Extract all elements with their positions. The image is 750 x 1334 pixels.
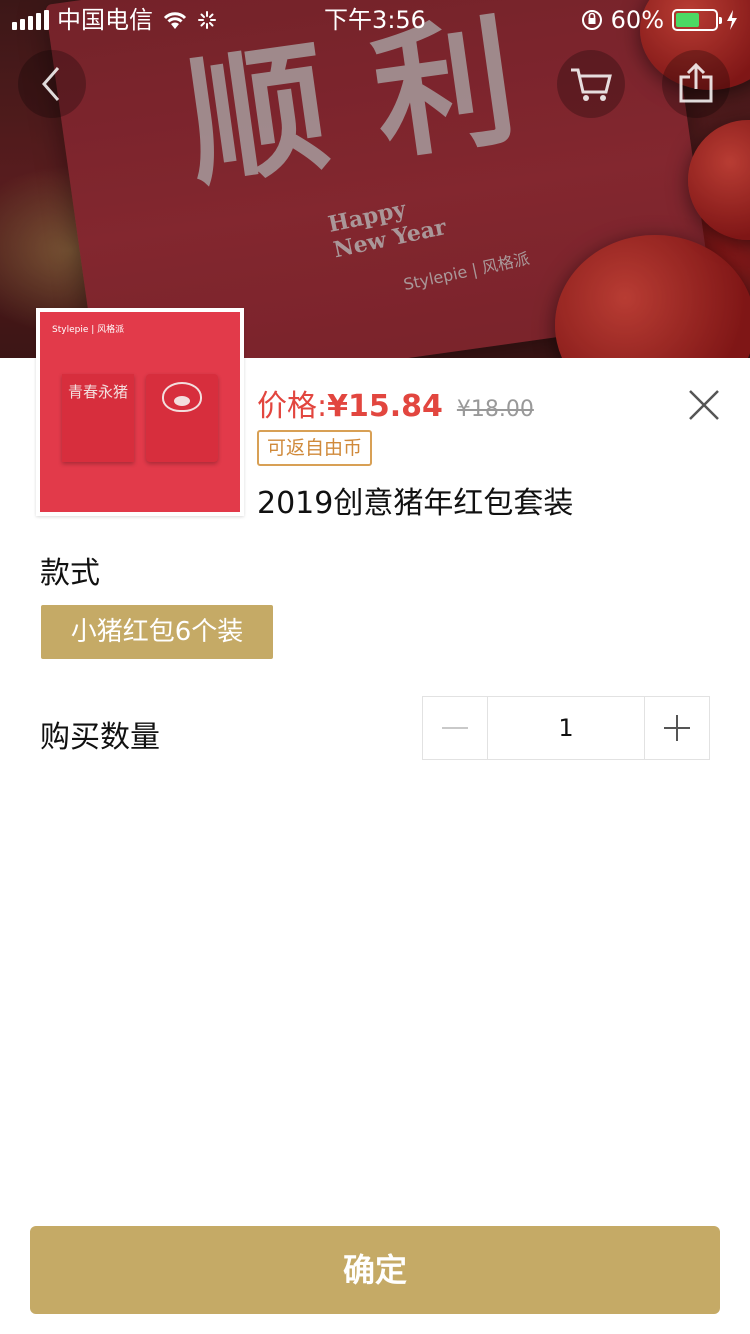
minus-icon [442, 727, 468, 729]
charging-icon [727, 10, 737, 30]
hero-overlay [0, 0, 750, 358]
plus-icon [664, 715, 690, 741]
pig-icon [162, 382, 202, 412]
cashback-badge: 可返自由币 [257, 430, 373, 466]
battery-fill [676, 13, 699, 27]
product-thumbnail-image: Stylepie | 风格派 青春永猪 [40, 312, 240, 512]
price-label: 价格: [257, 389, 328, 424]
decrement-button[interactable] [423, 697, 487, 759]
increment-button[interactable] [645, 697, 709, 759]
price-row: 价格: ¥15.84 ¥18.00 [257, 381, 534, 425]
thumbnail-envelope-text: 青春永猪 [62, 374, 134, 462]
cart-button[interactable] [557, 50, 625, 118]
status-right: 60% [581, 0, 738, 40]
battery-percent: 60% [610, 6, 664, 34]
status-bar: 中国电信 下午3:56 60% [0, 0, 750, 40]
confirm-button[interactable]: 确定 [30, 1226, 720, 1314]
share-icon [679, 63, 713, 103]
orientation-lock-icon [581, 10, 602, 30]
quantity-section-label: 购买数量 [40, 720, 160, 755]
quantity-value[interactable]: 1 [487, 697, 645, 759]
product-title: 2019创意猪年红包套装 [257, 486, 574, 521]
product-hero-image: 顺 利 Happy New Year Stylepie | 风格派 [0, 0, 750, 358]
style-section-label: 款式 [40, 556, 100, 591]
original-price: ¥18.00 [456, 397, 534, 422]
back-button[interactable] [18, 50, 86, 118]
price-value: ¥15.84 [327, 389, 443, 424]
style-option-chip[interactable]: 小猪红包6个装 [41, 605, 273, 659]
thumbnail-brand: Stylepie | 风格派 [52, 325, 125, 335]
close-button[interactable] [686, 387, 722, 423]
shopping-cart-icon [571, 68, 612, 101]
product-thumbnail: Stylepie | 风格派 青春永猪 [36, 308, 244, 516]
close-icon [689, 390, 719, 420]
thumbnail-pig-envelope [146, 374, 218, 462]
share-button[interactable] [662, 50, 730, 118]
battery-icon [672, 9, 722, 31]
quantity-stepper: 1 [422, 696, 710, 760]
chevron-left-icon [42, 67, 60, 101]
